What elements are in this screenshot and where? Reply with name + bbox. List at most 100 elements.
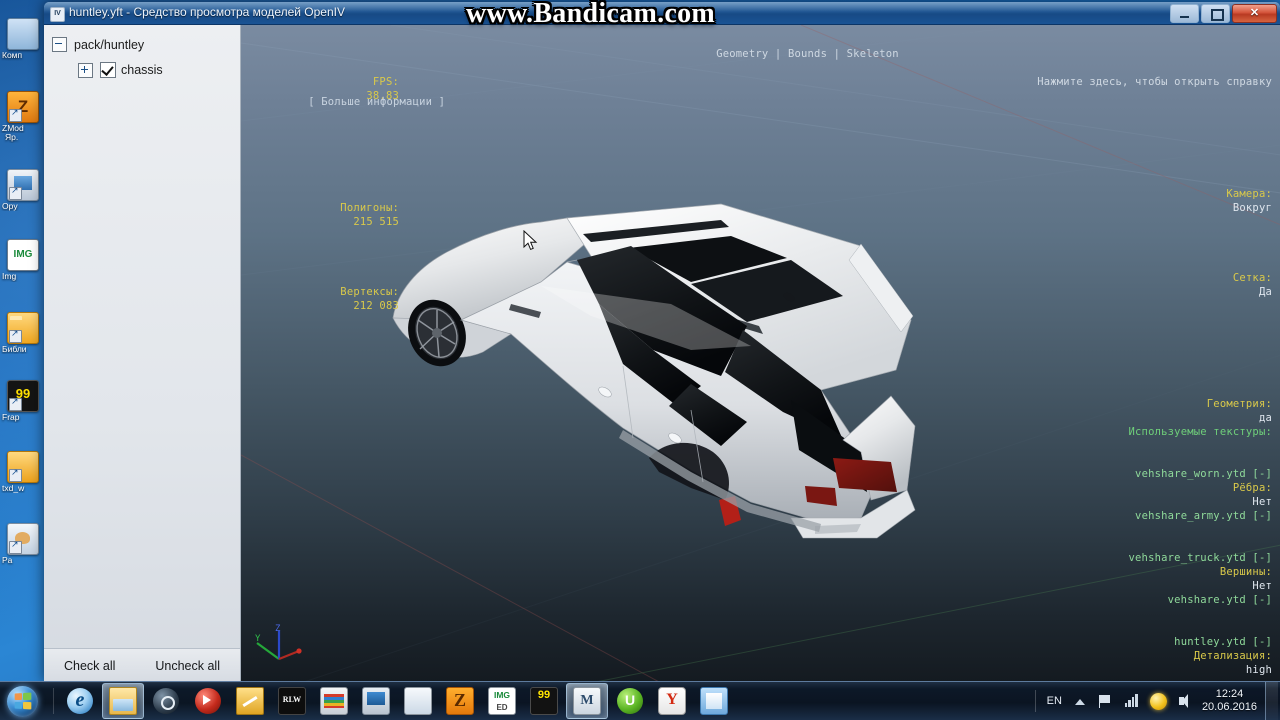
openiv-icon — [7, 168, 39, 201]
desktop-icon-label: txd_w — [2, 483, 25, 493]
setting-label: Сетка: — [1232, 272, 1272, 284]
screen: Комп ZMod Яр. Opy Img Библи Frap txd_w — [0, 0, 1280, 720]
taskbar-item-monitor-app[interactable] — [356, 684, 396, 718]
setting-value: Да — [1258, 286, 1272, 298]
vertices-value: 212 083 — [353, 300, 399, 312]
maximize-icon — [1211, 9, 1224, 21]
minimize-button[interactable] — [1170, 4, 1199, 23]
action-center-flag-icon[interactable] — [1098, 693, 1114, 709]
desktop-icon-txd-workshop[interactable]: txd_w — [0, 450, 46, 494]
clock-date: 20.06.2016 — [1201, 701, 1257, 713]
desktop-icon-list: Комп ZMod Яр. Opy Img Библи Frap txd_w — [0, 18, 46, 580]
desktop-icon-fraps[interactable]: Frap — [0, 380, 46, 423]
show-desktop-button[interactable] — [1265, 682, 1278, 720]
desktop-icon-label: Библи — [2, 344, 27, 354]
desktop-icon-label: ZMod — [2, 123, 24, 133]
network-icon[interactable] — [1124, 693, 1140, 709]
taskbar-item-steam[interactable] — [146, 684, 186, 718]
taskbar-item-openiv[interactable] — [566, 683, 608, 719]
textures-title: Используемые текстуры: — [1128, 426, 1272, 438]
taskbar-item-paint[interactable] — [398, 684, 438, 718]
model-tree-panel: pack/huntley chassis Check all Uncheck a… — [44, 25, 241, 683]
setting-grid[interactable]: Сетка: Да — [959, 257, 1272, 313]
clock-time: 12:24 — [1215, 688, 1244, 700]
check-all-button[interactable]: Check all — [58, 657, 121, 675]
help-hint-label: Нажмите здесь, чтобы открыть справку — [1037, 76, 1272, 88]
desktop-icon-label: Frap — [2, 413, 20, 422]
monitor-icon — [362, 687, 390, 715]
setting-camera[interactable]: Камера: Вокруг — [959, 173, 1272, 229]
taskbar-item-blue-app[interactable] — [694, 684, 734, 718]
collapse-icon[interactable] — [52, 37, 67, 52]
paint-palette-icon — [404, 687, 432, 715]
taskbar-item-fraps[interactable] — [524, 684, 564, 718]
steam-icon — [153, 688, 179, 714]
texture-item[interactable]: vehshare.ytd [-] — [1129, 593, 1272, 607]
window-controls: ✕ — [1170, 4, 1277, 23]
huntley-suv-model[interactable] — [391, 200, 951, 545]
desktop-icon-label: Img — [2, 272, 17, 281]
openiv-icon — [573, 687, 601, 715]
desktop-icon-paint[interactable]: Pa — [0, 523, 46, 566]
texture-item[interactable]: vehshare_worn.ytd [-] — [1129, 467, 1272, 481]
taskbar-separator — [53, 688, 54, 714]
tray-separator — [1034, 690, 1036, 712]
taskbar-item-yandex[interactable] — [652, 684, 692, 718]
windows-flag-icon — [14, 692, 32, 710]
taskbar-item-rlw[interactable] — [272, 684, 312, 718]
activity-indicator-icon[interactable] — [1149, 692, 1167, 710]
desktop-icon-openiv[interactable]: Opy — [0, 168, 46, 212]
internet-explorer-icon — [67, 688, 93, 714]
tree-node-root[interactable]: pack/huntley — [52, 37, 234, 52]
fraps-icon — [7, 380, 39, 412]
maximize-button[interactable] — [1201, 4, 1230, 23]
show-hidden-icons-icon[interactable] — [1072, 693, 1088, 709]
uncheck-all-button[interactable]: Uncheck all — [149, 657, 226, 675]
taskbar-item-img-editor[interactable] — [482, 684, 522, 718]
fraps-icon — [530, 687, 558, 715]
texture-item[interactable]: vehshare_truck.ytd [-] — [1129, 551, 1272, 565]
model-viewport[interactable]: FPS: 38.83 Полигоны: 215 515 Вертексы: 2… — [241, 25, 1280, 683]
help-hint[interactable]: Нажмите здесь, чтобы открыть справку — [959, 61, 1272, 103]
media-player-icon — [195, 688, 221, 714]
key-icon — [236, 687, 264, 715]
bandicam-watermark: www.Bandicam.com — [466, 0, 716, 29]
volume-icon[interactable] — [1177, 693, 1193, 709]
taskbar-item-windows-explorer[interactable] — [102, 683, 144, 719]
texture-item[interactable]: huntley.ytd [-] — [1129, 635, 1272, 649]
vertices-label: Вертексы: — [340, 286, 399, 298]
taskbar-item-zmodeler[interactable] — [440, 684, 480, 718]
start-button[interactable] — [1, 683, 49, 719]
desktop-icon-library[interactable]: Библи — [0, 311, 46, 355]
tree-node-chassis[interactable]: chassis — [52, 62, 234, 78]
viewport-mode-tabs[interactable]: Geometry | Bounds | Skeleton — [651, 33, 899, 75]
axis-gizmo: Y Z — [255, 624, 302, 661]
close-button[interactable]: ✕ — [1232, 4, 1277, 23]
desktop-icon-imgtool[interactable]: Img — [0, 239, 46, 282]
taskbar-items — [58, 683, 734, 719]
yandex-icon — [658, 687, 686, 715]
language-indicator[interactable]: EN — [1047, 695, 1062, 707]
winrar-icon — [320, 687, 348, 715]
taskbar-item-utorrent[interactable] — [610, 684, 650, 718]
vertices-row: Вертексы: 212 083 — [249, 271, 399, 327]
tree-node-label: chassis — [121, 63, 163, 77]
shortcut-overlay-icon — [9, 107, 22, 122]
shortcut-overlay-icon — [9, 185, 22, 200]
texture-item[interactable]: vehshare_army.ytd [-] — [1129, 509, 1272, 523]
taskbar-clock[interactable]: 12:24 20.06.2016 — [1198, 688, 1265, 714]
desktop-icon-label-line2: Яр. — [5, 133, 19, 142]
openiv-model-viewer-window: huntley.yft - Средство просмотра моделей… — [44, 2, 1280, 683]
taskbar-item-winrar[interactable] — [314, 684, 354, 718]
taskbar-item-media-player[interactable] — [188, 684, 228, 718]
folder-icon — [109, 687, 137, 715]
taskbar-item-key-tool[interactable] — [230, 684, 270, 718]
chassis-checkbox[interactable] — [100, 62, 116, 78]
taskbar-item-internet-explorer[interactable] — [60, 684, 100, 718]
axis-label-y: Y — [255, 634, 261, 644]
desktop-icon-computer[interactable]: Комп — [0, 18, 46, 61]
shortcut-overlay-icon — [9, 467, 22, 482]
more-info-link[interactable]: [ Больше информации ] — [243, 81, 445, 123]
expand-icon[interactable] — [78, 62, 93, 78]
desktop-icon-zmodeler[interactable]: ZMod Яр. — [0, 90, 46, 143]
